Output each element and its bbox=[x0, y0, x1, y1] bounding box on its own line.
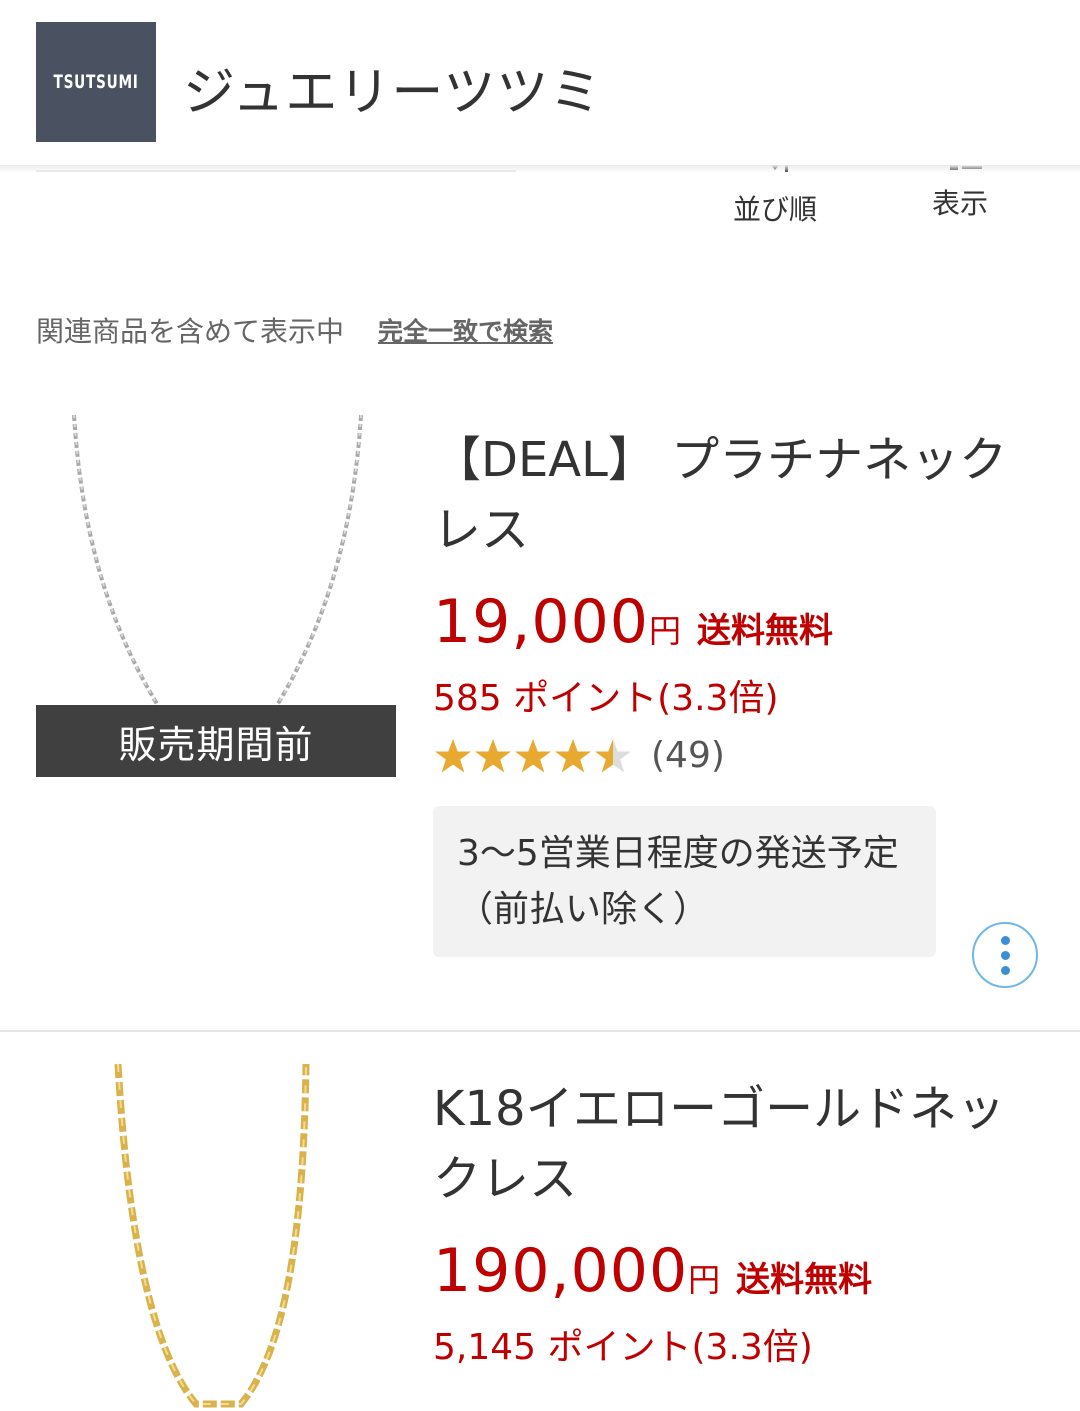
product-price: 190,000 bbox=[433, 1236, 689, 1306]
more-vertical-icon bbox=[1000, 950, 1010, 960]
product-card[interactable]: 販売期間前 【DEAL】 プラチナネックレス 19,000 円 送料無料 585… bbox=[0, 395, 1080, 1032]
more-vertical-icon bbox=[1000, 965, 1010, 975]
shop-header: TSUTSUMI ジュエリーツツミ bbox=[0, 0, 1080, 165]
exact-match-link[interactable]: 完全一致で検索 bbox=[378, 312, 553, 348]
product-info: K18イエローゴールドネックレス 190,000 円 送料無料 5,145 ポイ… bbox=[433, 1074, 1053, 1370]
sort-label: 並び順 bbox=[732, 193, 817, 226]
rating-row[interactable]: (49) bbox=[433, 735, 1053, 776]
product-info: 【DEAL】 プラチナネックレス 19,000 円 送料無料 585 ポイント(… bbox=[433, 425, 1053, 957]
currency-label: 円 bbox=[648, 612, 681, 650]
shop-logo[interactable]: TSUTSUMI bbox=[36, 22, 156, 142]
product-price: 19,000 bbox=[433, 587, 649, 657]
sale-period-overlay: 販売期間前 bbox=[36, 705, 396, 777]
related-results-bar: 関連商品を含めて表示中 完全一致で検索 bbox=[36, 310, 553, 350]
points-text: 585 ポイント(3.3倍) bbox=[433, 678, 779, 719]
shipping-note: 3〜5営業日程度の発送予定（前払い除く） bbox=[433, 806, 936, 957]
star-icon bbox=[555, 738, 591, 772]
free-shipping-label: 送料無料 bbox=[736, 1260, 873, 1300]
price-row: 19,000 円 送料無料 bbox=[433, 587, 1053, 657]
more-vertical-icon bbox=[1000, 935, 1010, 945]
currency-label: 円 bbox=[688, 1261, 721, 1299]
price-row: 190,000 円 送料無料 bbox=[433, 1236, 1053, 1306]
more-options-button[interactable] bbox=[972, 922, 1038, 988]
free-shipping-label: 送料無料 bbox=[696, 611, 833, 651]
points-text: 5,145 ポイント(3.3倍) bbox=[433, 1327, 813, 1368]
star-icon bbox=[475, 738, 511, 772]
star-icon bbox=[595, 738, 631, 772]
product-card[interactable]: K18イエローゴールドネックレス 190,000 円 送料無料 5,145 ポイ… bbox=[0, 1032, 1080, 1411]
view-label: 表示 bbox=[931, 187, 988, 220]
product-title[interactable]: 【DEAL】 プラチナネックレス bbox=[433, 425, 1053, 565]
gold-chain-image bbox=[114, 1064, 310, 1408]
shop-name[interactable]: ジュエリーツツミ bbox=[183, 50, 602, 125]
product-title[interactable]: K18イエローゴールドネックレス bbox=[433, 1074, 1053, 1214]
related-status-text: 関連商品を含めて表示中 bbox=[36, 315, 345, 348]
header-shadow bbox=[0, 165, 1080, 173]
product-image[interactable] bbox=[36, 1064, 396, 1411]
review-count: (49) bbox=[651, 735, 725, 776]
star-rating bbox=[433, 737, 633, 775]
star-icon bbox=[515, 738, 551, 772]
star-icon bbox=[435, 738, 471, 772]
shop-logo-text: TSUTSUMI bbox=[53, 71, 139, 93]
